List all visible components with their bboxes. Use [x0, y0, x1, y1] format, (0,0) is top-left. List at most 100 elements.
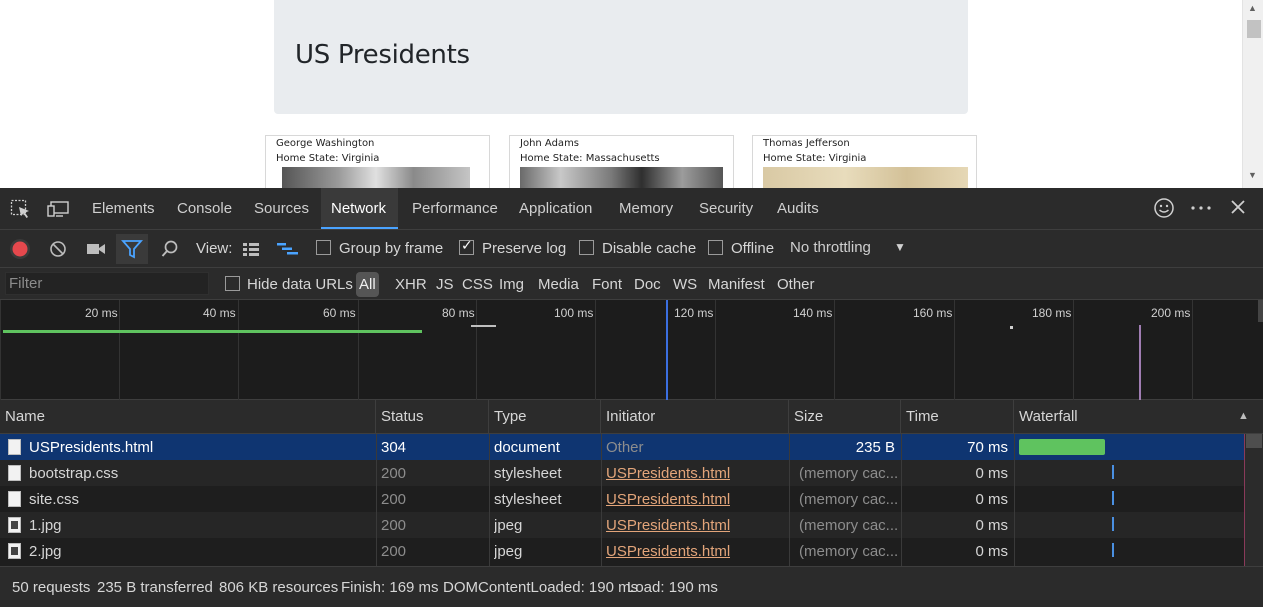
- filter-type-img[interactable]: Img: [499, 276, 524, 293]
- table-scrollbar-thumb[interactable]: [1246, 434, 1262, 448]
- disable-cache-checkbox[interactable]: [579, 240, 594, 255]
- group-by-frame-checkbox[interactable]: [316, 240, 331, 255]
- waterfall-bar: [1112, 491, 1114, 505]
- president-card-jefferson: Thomas Jefferson Home State: Virginia: [752, 135, 977, 188]
- timeline-gridline: [0, 300, 1, 400]
- devtools-tabbar: Elements Console Sources Network Perform…: [0, 188, 1263, 230]
- request-type: jpeg: [494, 517, 523, 534]
- column-header-type[interactable]: Type: [489, 400, 601, 434]
- filter-type-xhr[interactable]: XHR: [395, 276, 427, 293]
- card-state: Home State: Virginia: [276, 153, 380, 164]
- sort-ascending-icon[interactable]: ▲: [1238, 410, 1249, 422]
- dropdown-arrow-icon[interactable]: ▼: [894, 240, 906, 254]
- scroll-down-icon[interactable]: ▼: [1248, 170, 1257, 180]
- inspect-element-icon[interactable]: [10, 199, 32, 219]
- load-marker: [1139, 325, 1141, 400]
- filter-type-css[interactable]: CSS: [462, 276, 493, 293]
- close-devtools-icon[interactable]: [1230, 199, 1246, 220]
- request-status: 304: [381, 439, 407, 456]
- filter-type-manifest[interactable]: Manifest: [708, 276, 765, 293]
- screenshot-camera-icon[interactable]: [86, 241, 106, 263]
- request-initiator-link[interactable]: USPresidents.html: [606, 517, 730, 534]
- summary-requests: 50 requests: [12, 579, 91, 596]
- network-toolbar: View: Group by frame Preserve log Disabl…: [0, 230, 1263, 268]
- filter-type-all[interactable]: All: [356, 272, 379, 297]
- filter-toggle-icon[interactable]: [116, 234, 148, 264]
- tab-console[interactable]: Console: [177, 200, 232, 217]
- column-header-initiator[interactable]: Initiator: [601, 400, 789, 434]
- table-row[interactable]: site.css 200 stylesheet USPresidents.htm…: [0, 486, 1245, 512]
- scrollbar-thumb[interactable]: [1247, 20, 1261, 38]
- filter-type-other[interactable]: Other: [777, 276, 815, 293]
- image-file-icon: [8, 517, 21, 533]
- tab-memory[interactable]: Memory: [619, 200, 673, 217]
- column-header-status[interactable]: Status: [376, 400, 489, 434]
- request-initiator-link[interactable]: USPresidents.html: [606, 491, 730, 508]
- large-rows-icon[interactable]: [242, 242, 260, 264]
- request-name: 2.jpg: [29, 543, 62, 560]
- president-portrait: [520, 167, 723, 188]
- column-divider: [1014, 434, 1015, 566]
- document-file-icon: [8, 439, 21, 455]
- tab-audits[interactable]: Audits: [777, 200, 819, 217]
- table-row[interactable]: bootstrap.css 200 stylesheet USPresident…: [0, 460, 1245, 486]
- card-name: George Washington: [276, 138, 375, 149]
- hide-data-urls-checkbox[interactable]: [225, 276, 240, 291]
- president-card-washington: George Washington Home State: Virginia: [265, 135, 490, 188]
- request-initiator-link[interactable]: USPresidents.html: [606, 543, 730, 560]
- request-name: site.css: [29, 491, 80, 508]
- clear-icon[interactable]: [49, 240, 67, 262]
- feedback-smiley-icon[interactable]: [1153, 197, 1175, 224]
- timeline-tick-label: 80 ms: [442, 306, 475, 320]
- stylesheet-file-icon: [8, 465, 21, 481]
- tab-sources[interactable]: Sources: [254, 200, 309, 217]
- table-scrollbar[interactable]: [1245, 434, 1263, 566]
- page-scrollbar[interactable]: ▲ ▼: [1242, 0, 1263, 188]
- requests-table-body: USPresidents.html 304 document Other 235…: [0, 434, 1263, 566]
- device-emulation-icon[interactable]: [47, 199, 69, 219]
- filter-type-doc[interactable]: Doc: [634, 276, 661, 293]
- filter-input[interactable]: [5, 272, 209, 295]
- filter-type-font[interactable]: Font: [592, 276, 622, 293]
- timeline-tick-label: 160 ms: [913, 306, 953, 320]
- record-icon[interactable]: [9, 238, 31, 260]
- filter-type-js[interactable]: JS: [436, 276, 454, 293]
- table-row[interactable]: 2.jpg 200 jpeg USPresidents.html (memory…: [0, 538, 1245, 564]
- preserve-log-checkbox[interactable]: [459, 238, 474, 255]
- waterfall-bar: [1112, 465, 1114, 479]
- request-time: 0 ms: [975, 517, 1008, 534]
- timeline-tick-label: 20 ms: [85, 306, 118, 320]
- filter-type-media[interactable]: Media: [538, 276, 579, 293]
- table-row[interactable]: USPresidents.html 304 document Other 235…: [0, 434, 1245, 460]
- filter-type-ws[interactable]: WS: [673, 276, 697, 293]
- column-header-waterfall[interactable]: Waterfall: [1014, 400, 1245, 434]
- timeline-tick-label: 60 ms: [323, 306, 356, 320]
- tab-security[interactable]: Security: [699, 200, 753, 217]
- card-state: Home State: Virginia: [763, 153, 867, 164]
- column-header-size[interactable]: Size: [789, 400, 901, 434]
- network-overview-timeline[interactable]: 20 ms 40 ms 60 ms 80 ms 100 ms 120 ms 14…: [0, 300, 1263, 400]
- scroll-up-icon[interactable]: ▲: [1248, 3, 1257, 13]
- waterfall-bar: [1112, 543, 1114, 557]
- request-initiator-link[interactable]: USPresidents.html: [606, 465, 730, 482]
- column-header-time[interactable]: Time: [901, 400, 1014, 434]
- search-icon[interactable]: [161, 240, 179, 262]
- offline-checkbox[interactable]: [708, 240, 723, 255]
- request-type: jpeg: [494, 543, 523, 560]
- summary-finish: Finish: 169 ms: [341, 579, 439, 596]
- throttling-select[interactable]: No throttling: [790, 239, 871, 256]
- timeline-gridline: [476, 300, 477, 400]
- tab-application[interactable]: Application: [519, 200, 592, 217]
- overview-handle[interactable]: [1258, 300, 1263, 322]
- tab-performance[interactable]: Performance: [412, 200, 498, 217]
- more-options-icon[interactable]: [1190, 196, 1212, 223]
- request-status: 200: [381, 465, 407, 482]
- overview-resource-dot: [1010, 326, 1013, 329]
- column-header-name[interactable]: Name: [0, 400, 376, 434]
- request-size: (memory cac...: [799, 465, 899, 482]
- table-row[interactable]: 1.jpg 200 jpeg USPresidents.html (memory…: [0, 512, 1245, 538]
- tab-elements[interactable]: Elements: [92, 200, 155, 217]
- timeline-gridline: [715, 300, 716, 400]
- tab-network[interactable]: Network: [331, 200, 386, 217]
- overview-waterfall-icon[interactable]: [276, 242, 300, 264]
